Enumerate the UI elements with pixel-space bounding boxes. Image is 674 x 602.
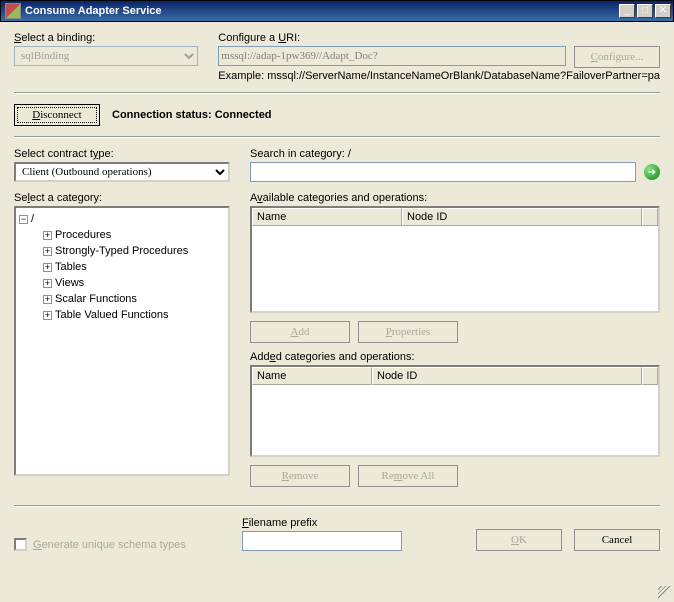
available-label: Available categories and operations: bbox=[250, 192, 660, 204]
tree-item[interactable]: +Strongly-Typed Procedures bbox=[43, 243, 225, 259]
add-button: Add bbox=[250, 321, 350, 343]
connection-status-label: Connection status: Connected bbox=[112, 109, 272, 121]
close-button[interactable]: ✕ bbox=[655, 4, 671, 18]
expand-icon[interactable]: + bbox=[43, 279, 52, 288]
cancel-button[interactable]: Cancel bbox=[574, 529, 660, 551]
expand-icon[interactable]: + bbox=[43, 263, 52, 272]
title-bar: Consume Adapter Service _ □ ✕ bbox=[0, 0, 674, 22]
search-input[interactable] bbox=[250, 162, 636, 182]
filename-prefix-label: Filename prefix bbox=[242, 517, 402, 529]
contract-type-select[interactable]: Client (Outbound operations) bbox=[14, 162, 230, 182]
added-col-name[interactable]: Name bbox=[252, 367, 372, 385]
added-label: Added categories and operations: bbox=[250, 351, 660, 363]
disconnect-button[interactable]: Disconnect bbox=[14, 104, 100, 126]
remove-all-button: Remove All bbox=[358, 465, 458, 487]
uri-label: Configure a URI: bbox=[218, 32, 660, 44]
category-tree[interactable]: −/ +Procedures+Strongly-Typed Procedures… bbox=[14, 206, 230, 476]
window-title: Consume Adapter Service bbox=[25, 5, 617, 17]
maximize-button[interactable]: □ bbox=[637, 4, 653, 18]
contract-type-label: Select contract type: bbox=[14, 148, 230, 160]
tree-item[interactable]: +Tables bbox=[43, 259, 225, 275]
added-col-spacer bbox=[642, 367, 658, 385]
tree-root[interactable]: −/ bbox=[19, 211, 225, 227]
filename-prefix-input[interactable] bbox=[242, 531, 402, 551]
generate-unique-checkbox bbox=[14, 538, 27, 551]
expand-icon[interactable]: + bbox=[43, 231, 52, 240]
remove-button: Remove bbox=[250, 465, 350, 487]
added-col-nodeid[interactable]: Node ID bbox=[372, 367, 642, 385]
category-label: Select a category: bbox=[14, 192, 230, 204]
search-go-icon[interactable]: ➜ bbox=[644, 164, 660, 180]
expand-icon[interactable]: + bbox=[43, 247, 52, 256]
properties-button: Properties bbox=[358, 321, 458, 343]
ok-button: OK bbox=[476, 529, 562, 551]
collapse-icon[interactable]: − bbox=[19, 215, 28, 224]
binding-select: sqlBinding bbox=[14, 46, 198, 66]
uri-input bbox=[218, 46, 566, 66]
generate-unique-label: Generate unique schema types bbox=[33, 539, 186, 551]
binding-label: Select a binding: bbox=[14, 32, 198, 44]
uri-example: Example: mssql://ServerName/InstanceName… bbox=[218, 70, 660, 82]
resize-grip-icon[interactable] bbox=[658, 586, 672, 600]
expand-icon[interactable]: + bbox=[43, 295, 52, 304]
configure-button: Configure... bbox=[574, 46, 660, 68]
available-listview[interactable]: Name Node ID bbox=[250, 206, 660, 313]
tree-item[interactable]: +Scalar Functions bbox=[43, 291, 225, 307]
available-col-nodeid[interactable]: Node ID bbox=[402, 208, 642, 226]
minimize-button[interactable]: _ bbox=[619, 4, 635, 18]
available-col-spacer bbox=[642, 208, 658, 226]
search-label: Search in category: / bbox=[250, 148, 660, 160]
tree-item[interactable]: +Table Valued Functions bbox=[43, 307, 225, 323]
added-listview[interactable]: Name Node ID bbox=[250, 365, 660, 457]
window-buttons: _ □ ✕ bbox=[617, 4, 671, 18]
available-col-name[interactable]: Name bbox=[252, 208, 402, 226]
app-icon bbox=[5, 3, 21, 19]
expand-icon[interactable]: + bbox=[43, 311, 52, 320]
tree-item[interactable]: +Views bbox=[43, 275, 225, 291]
tree-item[interactable]: +Procedures bbox=[43, 227, 225, 243]
